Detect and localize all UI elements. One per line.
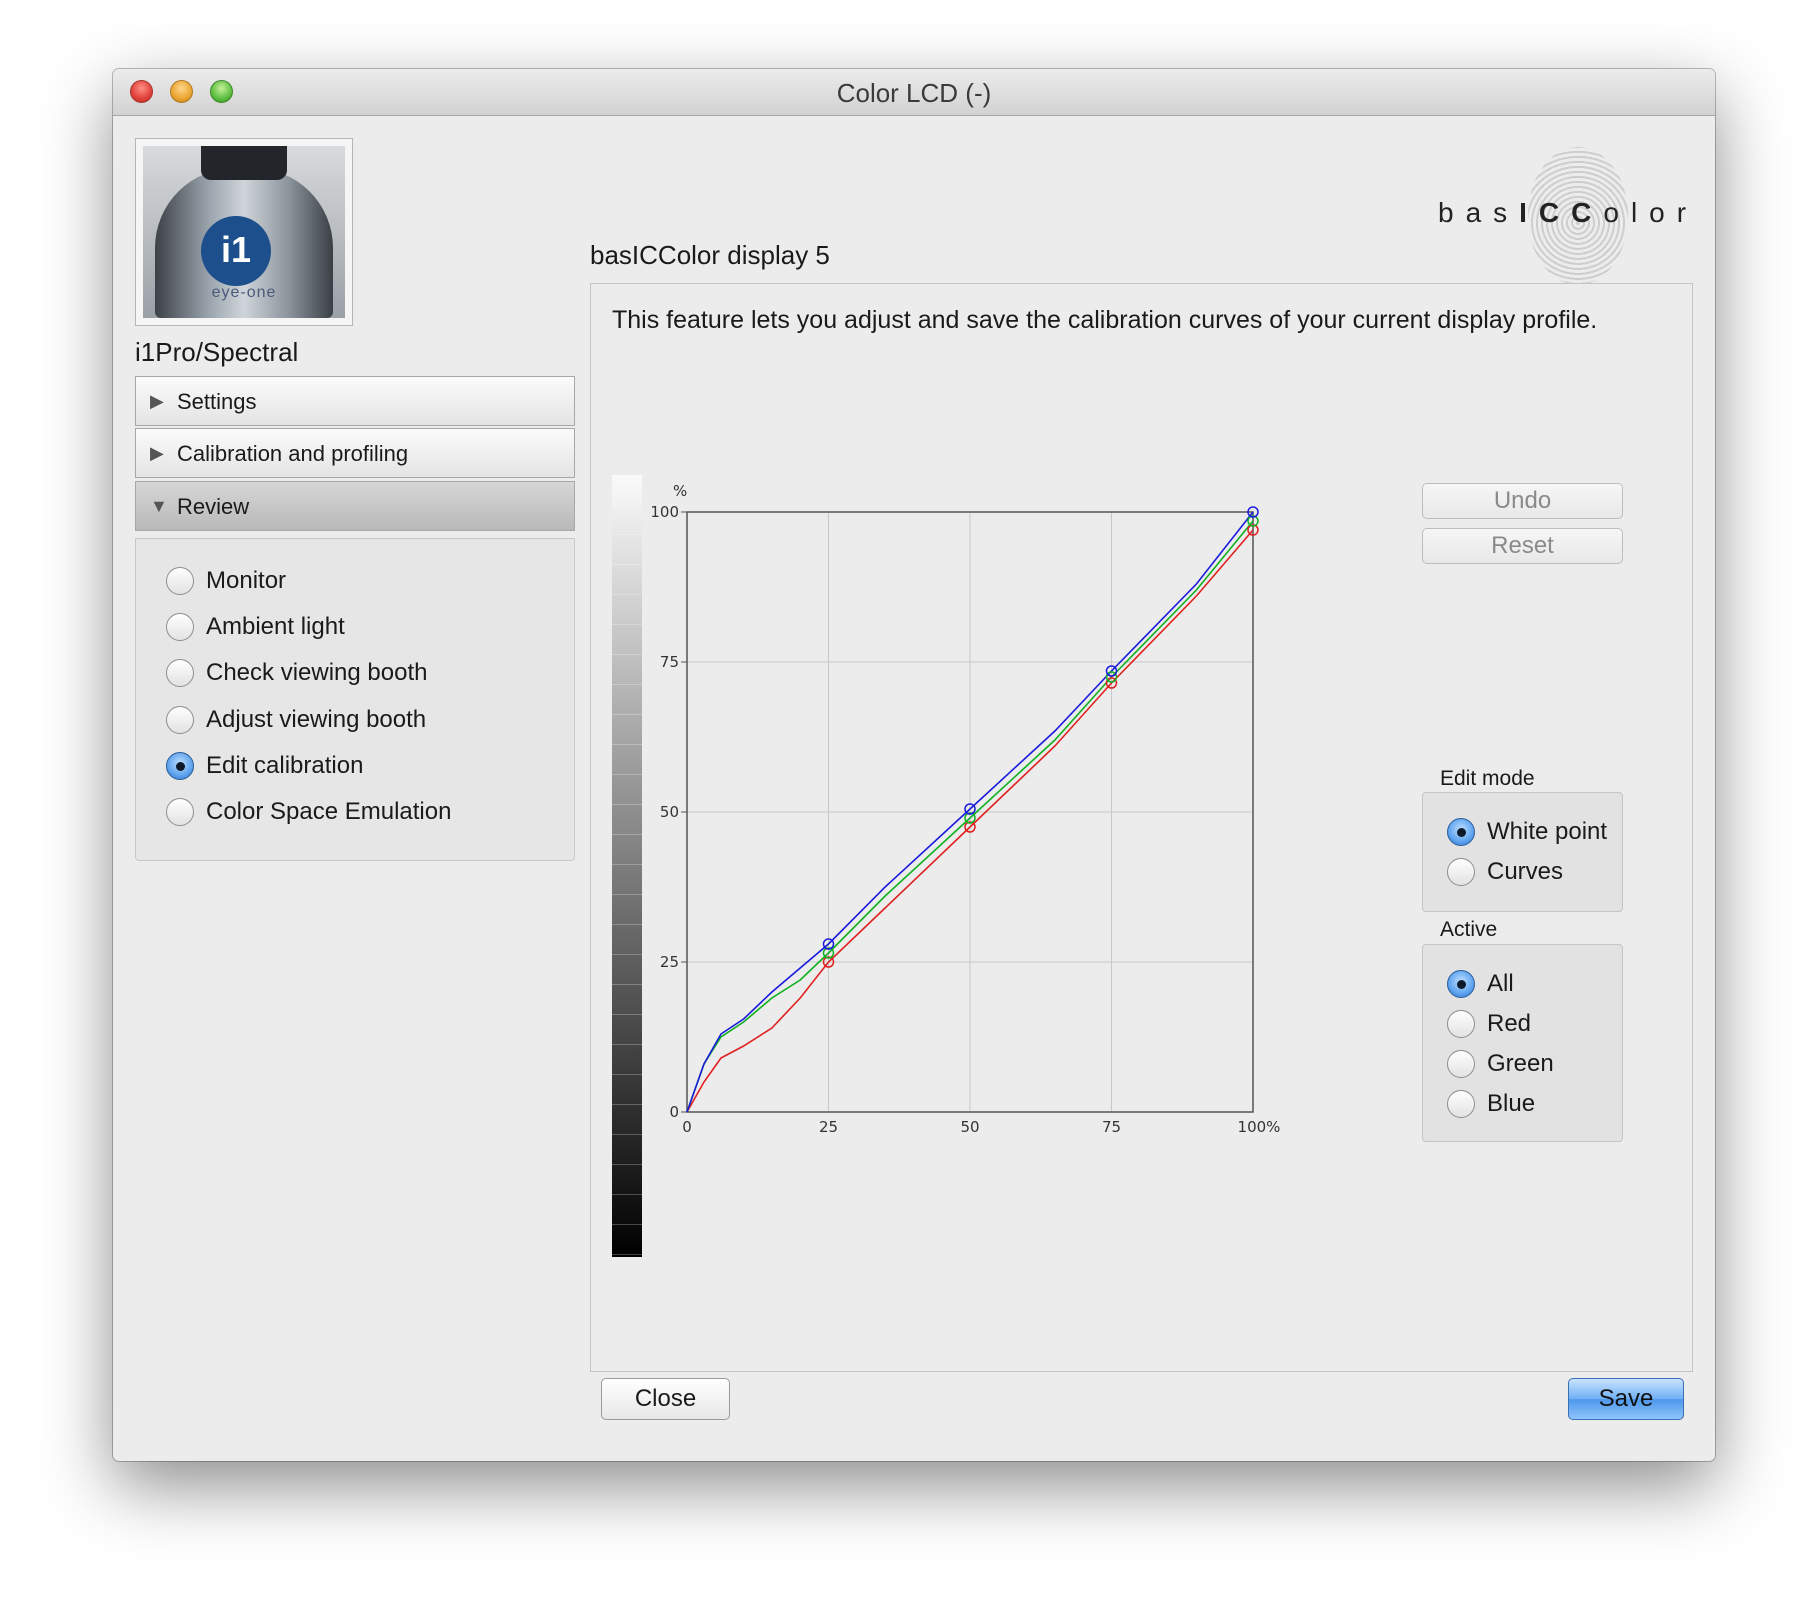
radio-label: Curves	[1487, 858, 1564, 885]
disclosure-down-icon: ▼	[150, 496, 168, 516]
radio-ambient-light[interactable]: Ambient light	[166, 613, 345, 641]
x-tick-label: 75	[1102, 1118, 1121, 1136]
review-panel: Monitor Ambient light Check viewing boot…	[135, 538, 575, 861]
radio-green[interactable]: Green	[1447, 1050, 1554, 1078]
radio-label: Ambient light	[206, 613, 345, 640]
radio-circle[interactable]	[1447, 858, 1475, 886]
section-calibration-and-profiling[interactable]: ▶ Calibration and profiling	[135, 428, 575, 478]
radio-circle[interactable]	[166, 567, 194, 595]
active-group: All Red Green Blue	[1422, 944, 1623, 1142]
app-title: basICColor display 5	[590, 240, 830, 270]
radio-circle[interactable]	[166, 659, 194, 687]
y-tick-label: 0	[669, 1103, 679, 1121]
section-label: Settings	[177, 389, 257, 414]
section-review[interactable]: ▼ Review	[135, 481, 575, 531]
radio-label: Green	[1487, 1050, 1554, 1077]
disclosure-right-icon: ▶	[150, 391, 164, 411]
radio-label: All	[1487, 970, 1514, 997]
radio-adjust-viewing-booth[interactable]: Adjust viewing booth	[166, 706, 426, 734]
device-name: i1Pro/Spectral	[135, 337, 299, 367]
radio-label: Adjust viewing booth	[206, 706, 427, 733]
y-unit-label: %	[673, 482, 687, 500]
content-panel: This feature lets you adjust and save th…	[590, 283, 1693, 1372]
radio-label: Edit calibration	[206, 752, 364, 779]
radio-label: Check viewing booth	[206, 659, 428, 686]
window-title: Color LCD (-)	[836, 78, 992, 108]
radio-circle[interactable]	[1447, 818, 1475, 846]
radio-circle[interactable]	[1447, 1010, 1475, 1038]
reset-button[interactable]: Reset	[1422, 528, 1623, 564]
radio-circle[interactable]	[166, 613, 194, 641]
chart-control-points	[822, 506, 1259, 968]
radio-label: Monitor	[206, 567, 287, 594]
active-label: Active	[1440, 918, 1498, 941]
radio-red[interactable]: Red	[1447, 1010, 1531, 1038]
basiccolor-logo: basICColor	[1438, 139, 1699, 285]
radio-curves[interactable]: Curves	[1447, 858, 1563, 886]
edit-mode-group: White point Curves	[1422, 792, 1623, 912]
eye-one-brand: eye-one	[211, 284, 277, 301]
brand-wordmark: basICColor	[1438, 197, 1699, 228]
radio-circle[interactable]	[166, 706, 194, 734]
x-tick-label: 50	[960, 1118, 979, 1136]
radio-label: Blue	[1487, 1090, 1536, 1117]
x-tick-label: 25	[819, 1118, 838, 1136]
radio-blue[interactable]: Blue	[1447, 1090, 1535, 1118]
title-bar: Color LCD (-)	[113, 69, 1715, 116]
radio-white-point[interactable]: White point	[1447, 818, 1607, 846]
section-settings[interactable]: ▶ Settings	[135, 376, 575, 426]
section-label: Calibration and profiling	[177, 441, 409, 466]
radio-label: Color Space Emulation	[206, 798, 452, 825]
app-window: Color LCD (-) i1 eye-one i1Pro/Spectral …	[113, 69, 1715, 1461]
x-tick-label: 100%	[1238, 1118, 1281, 1136]
radio-circle[interactable]	[1447, 970, 1475, 998]
chart-grid	[686, 511, 1254, 1113]
radio-check-viewing-booth[interactable]: Check viewing booth	[166, 659, 427, 687]
close-button[interactable]: Close	[601, 1378, 730, 1420]
edit-mode-label: Edit mode	[1440, 767, 1535, 790]
radio-circle[interactable]	[1447, 1050, 1475, 1078]
save-button[interactable]: Save	[1568, 1378, 1684, 1420]
y-tick-label: 25	[660, 953, 679, 971]
y-tick-label: 75	[660, 653, 679, 671]
undo-button[interactable]: Undo	[1422, 483, 1623, 519]
radio-color-space-emulation[interactable]: Color Space Emulation	[166, 798, 451, 826]
radio-circle[interactable]	[166, 752, 194, 780]
device-image: i1 eye-one	[135, 138, 353, 326]
y-tick-label: 100	[650, 503, 679, 521]
radio-label: Red	[1487, 1010, 1532, 1037]
eye-one-logo: i1	[201, 216, 271, 286]
radio-circle[interactable]	[1447, 1090, 1475, 1118]
radio-circle[interactable]	[166, 798, 194, 826]
y-tick-label: 50	[660, 803, 679, 821]
disclosure-right-icon: ▶	[150, 443, 164, 463]
x-tick-label: 0	[682, 1118, 692, 1136]
radio-label: White point	[1487, 818, 1608, 845]
radio-monitor[interactable]: Monitor	[166, 567, 286, 595]
radio-all[interactable]: All	[1447, 970, 1514, 998]
radio-edit-calibration[interactable]: Edit calibration	[166, 752, 363, 780]
section-label: Review	[177, 494, 250, 519]
